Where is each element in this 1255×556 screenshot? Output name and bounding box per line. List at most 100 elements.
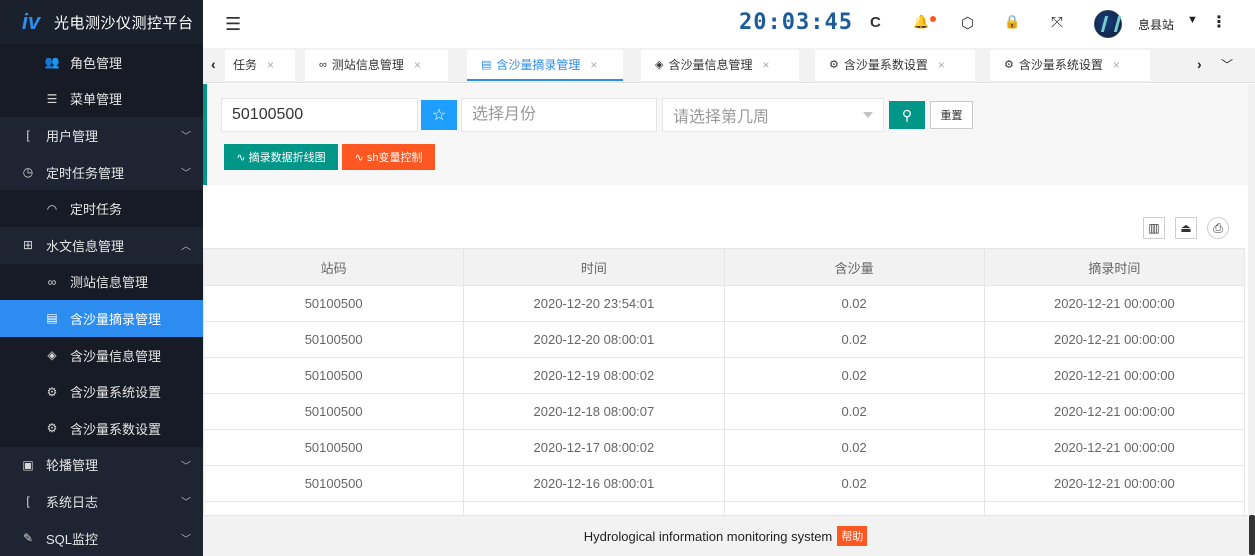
app-icon: ⊞ <box>22 238 34 253</box>
chevron-icon[interactable]: ﹀ <box>181 165 191 180</box>
more-icon[interactable]: ⋮ <box>1211 12 1227 32</box>
table-cell: 2020-12-21 00:00:00 <box>983 285 1246 322</box>
sidebar-item-label: 含沙量摘录管理 <box>70 311 162 327</box>
sidebar: iv 光电测沙仪测控平台 👥 角色管理 ☰ 菜单管理 [用户管理 ﹀ ◷ 定时任务管理 ﹀ ◠ 定时… <box>0 0 203 556</box>
chevron-icon[interactable]: ﹀ <box>181 531 191 546</box>
sidebar-item[interactable]: [用户管理 ﹀ <box>0 117 203 154</box>
close-icon[interactable]: × <box>590 58 597 72</box>
variable-control-button-label: sh变量控制 <box>366 152 423 164</box>
table-row[interactable]: 50100500 2020-12-20 08:00:01 0.02 2020-12-2… <box>202 321 1246 358</box>
table-row[interactable]: 50100500 2020-12-18 08:00:07 0.02 2020-12-2… <box>202 393 1246 430</box>
data-table: 站码 时间 含沙量 摘录时间 50100500 2020-12-20 23:54:… <box>202 248 1246 538</box>
sidebar-item-label: 含沙量系统设置 <box>70 385 162 401</box>
chevron-icon[interactable]: ﹀ <box>181 457 191 472</box>
variable-control-button[interactable]: ∿ sh变量控制 <box>342 144 435 170</box>
close-icon[interactable]: × <box>267 58 274 72</box>
tab-bar: ‹ 任务 × ∞ 测站信息管理 × ▤ 含沙量摘录管理 × ◈ 含沙量信息管理 … <box>203 48 1255 83</box>
sidebar-item[interactable]: 👥 角色管理 <box>0 44 203 81</box>
help-button[interactable]: 帮助 <box>837 526 868 546</box>
table-cell: 2020-12-21 00:00:00 <box>983 429 1246 466</box>
table-cell: 2020-12-21 00:00:00 <box>983 393 1246 430</box>
search-icon: ⚲ <box>901 106 913 123</box>
sidebar-item[interactable]: ◈ 含沙量信息管理 <box>0 336 203 374</box>
sidebar-item[interactable]: ▤ 含沙量摘录管理 <box>0 300 203 337</box>
sidebar-item[interactable]: ⚙ 含沙量系统设置 <box>0 373 203 410</box>
table-cell: 50100500 <box>202 429 465 466</box>
reset-button[interactable]: 重置 <box>930 101 973 129</box>
column-header[interactable]: 摘录时间 <box>983 248 1246 286</box>
table-row[interactable]: 50100500 2020-12-20 23:54:01 0.02 2020-12-2… <box>202 285 1246 322</box>
tab-label: 含沙量系数设置 <box>843 58 928 72</box>
table-row[interactable]: 50100500 2020-12-16 08:00:01 0.02 2020-12-2… <box>202 465 1246 502</box>
chevron-right-icon[interactable]: › <box>1197 56 1202 72</box>
table-cell: 2020-12-20 08:00:01 <box>463 321 725 358</box>
close-icon[interactable]: × <box>938 58 945 72</box>
sidebar-item[interactable]: ▣ 轮播管理 ﹀ <box>0 447 203 484</box>
sidebar-item[interactable]: ⊞ 水文信息管理 ︿ <box>0 227 203 264</box>
table-cell: 50100500 <box>202 465 465 502</box>
column-header[interactable]: 含沙量 <box>723 248 985 286</box>
station-code-input[interactable] <box>221 98 418 132</box>
logo-icon: iv <box>21 9 41 34</box>
gear-icon: ⚙ <box>46 384 58 399</box>
tab-sediment-info[interactable]: ◈ 含沙量信息管理 × <box>641 50 799 81</box>
month-input[interactable] <box>461 98 657 132</box>
table-row[interactable]: 50100500 2020-12-17 08:00:02 0.02 2020-12-2… <box>202 429 1246 466</box>
tab-station-info[interactable]: ∞ 测站信息管理 × <box>305 50 448 81</box>
table-cell: 0.02 <box>723 321 985 358</box>
tab-tasks[interactable]: 任务 × <box>225 50 295 81</box>
favorite-button[interactable]: ☆ <box>421 100 457 130</box>
search-button[interactable]: ⚲ <box>889 101 925 129</box>
close-icon[interactable]: × <box>762 58 769 72</box>
chevron-down-icon[interactable]: ﹀ <box>1221 56 1233 73</box>
tag-icon[interactable]: ⬡ <box>961 14 974 32</box>
tab-sediment-system[interactable]: ⚙ 含沙量系统设置 × <box>990 50 1150 81</box>
infinity-icon: ∞ <box>47 274 57 289</box>
sidebar-item-label: 含沙量系数设置 <box>70 421 162 437</box>
print-icon[interactable]: ⎙ <box>1207 217 1229 239</box>
star-icon: ☆ <box>431 107 447 124</box>
chevron-icon[interactable]: ︿ <box>181 238 191 253</box>
close-icon[interactable]: × <box>1113 58 1120 72</box>
table-cell: 0.02 <box>723 285 985 322</box>
tab-sediment-coefficient[interactable]: ⚙ 含沙量系数设置 × <box>815 50 975 81</box>
sidebar-item[interactable]: ⚙ 含沙量系数设置 <box>0 409 203 447</box>
menu-toggle-icon[interactable]: ☰ <box>225 14 241 35</box>
sidebar-item[interactable]: ∞ 测站信息管理 <box>0 263 203 301</box>
caret-down-icon[interactable]: ▼ <box>1187 14 1198 26</box>
lock-icon[interactable]: 🔒 <box>1004 14 1020 30</box>
scrollbar-track[interactable] <box>1248 84 1255 556</box>
sidebar-item[interactable]: ✎ SQL监控 ﹀ <box>0 520 203 556</box>
sidebar-item[interactable]: ☰ 菜单管理 <box>0 80 203 118</box>
refresh-icon[interactable]: C <box>870 14 881 31</box>
logo[interactable]: iv 光电测沙仪测控平台 <box>0 0 203 44</box>
user-name[interactable]: 息县站 <box>1138 16 1174 33</box>
fullscreen-icon[interactable]: ⤧ <box>1051 14 1063 31</box>
sidebar-item-label: 用户管理 <box>46 128 99 144</box>
table-cell: 2020-12-19 08:00:02 <box>463 357 725 394</box>
table-row[interactable]: 50100500 2020-12-19 08:00:02 0.02 2020-12-2… <box>202 357 1246 394</box>
week-select[interactable]: 请选择第几周 <box>662 98 884 132</box>
sidebar-item[interactable]: [系统日志 ﹀ <box>0 483 203 520</box>
line-chart-button[interactable]: ∿ 摘录数据折线图 <box>224 144 338 170</box>
footer-text: Hydrological information monitoring syst… <box>583 528 833 544</box>
avatar[interactable] <box>1094 10 1122 38</box>
table-cell: 50100500 <box>202 393 465 430</box>
table-cell: 2020-12-20 23:54:01 <box>463 285 725 322</box>
chevron-left-icon[interactable]: ‹ <box>211 56 216 72</box>
column-header[interactable]: 时间 <box>463 248 725 286</box>
tab-sediment-extract[interactable]: ▤ 含沙量摘录管理 × <box>467 50 623 81</box>
export-icon[interactable]: ⏏ <box>1175 217 1197 239</box>
columns-icon[interactable]: ▥ <box>1143 217 1165 239</box>
scrollbar-thumb[interactable] <box>1249 515 1255 555</box>
sidebar-item[interactable]: ◠ 定时任务 <box>0 190 203 227</box>
infinity-icon: ∞ <box>319 58 327 71</box>
users-icon: 👥 <box>44 55 60 70</box>
column-header[interactable]: 站码 <box>202 248 465 286</box>
sidebar-item[interactable]: ◷ 定时任务管理 ﹀ <box>0 154 203 191</box>
close-icon[interactable]: × <box>414 58 421 72</box>
sidebar-item-label: 测站信息管理 <box>70 275 149 291</box>
chevron-icon[interactable]: ﹀ <box>181 494 191 509</box>
chevron-icon[interactable]: ﹀ <box>181 128 191 143</box>
bell-icon[interactable]: 🔔 <box>913 14 929 30</box>
